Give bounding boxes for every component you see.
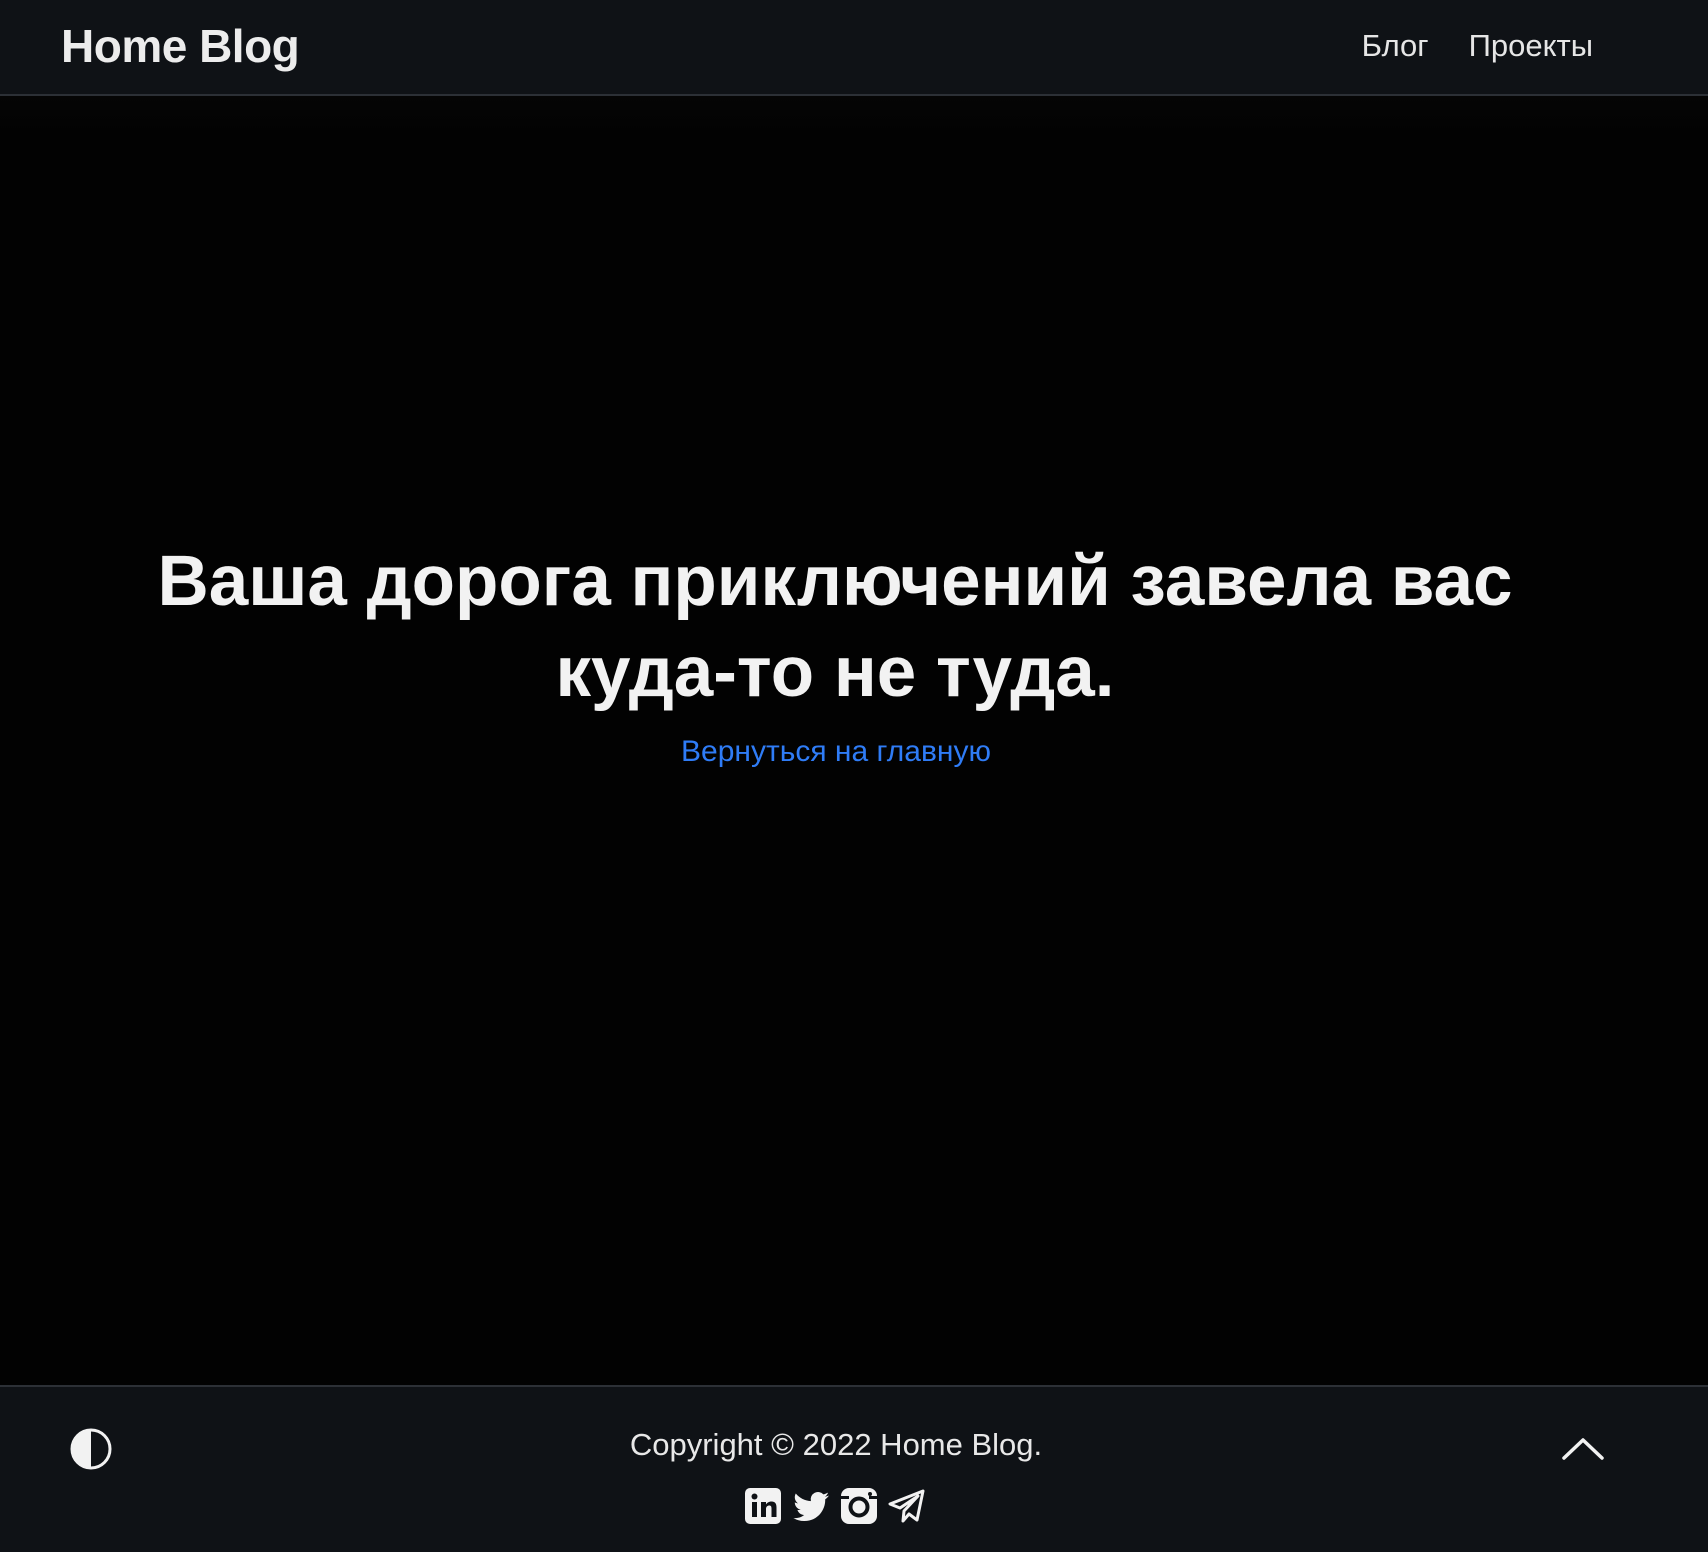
main-nav: Блог Проекты [1362,24,1593,68]
site-footer: Copyright © 2022 Home Blog. [0,1385,1708,1552]
nav-link-blog[interactable]: Блог [1362,24,1429,68]
copyright-text: Copyright © 2022 Home Blog. [629,1427,1043,1462]
twitter-link[interactable] [791,1486,831,1526]
twitter-icon [793,1491,829,1522]
back-to-home-link[interactable]: Вернуться на главную [0,732,1672,772]
instagram-icon [841,1488,877,1524]
chevron-up-icon [1562,1438,1604,1460]
error-headline: Ваша дорога приключений завела вас куда-… [157,542,1513,712]
scroll-to-top-button[interactable] [1560,1427,1606,1469]
linkedin-link[interactable] [743,1486,783,1526]
linkedin-icon [745,1488,781,1524]
site-logo-link[interactable]: Home Blog [61,20,300,72]
main-content: Ваша дорога приключений завела вас куда-… [0,96,1708,1385]
site-header: Home Blog Блог Проекты [0,0,1708,96]
social-links [743,1486,927,1526]
instagram-link[interactable] [839,1486,879,1526]
nav-link-projects[interactable]: Проекты [1469,24,1593,68]
telegram-icon [888,1489,925,1523]
telegram-link[interactable] [887,1486,927,1526]
